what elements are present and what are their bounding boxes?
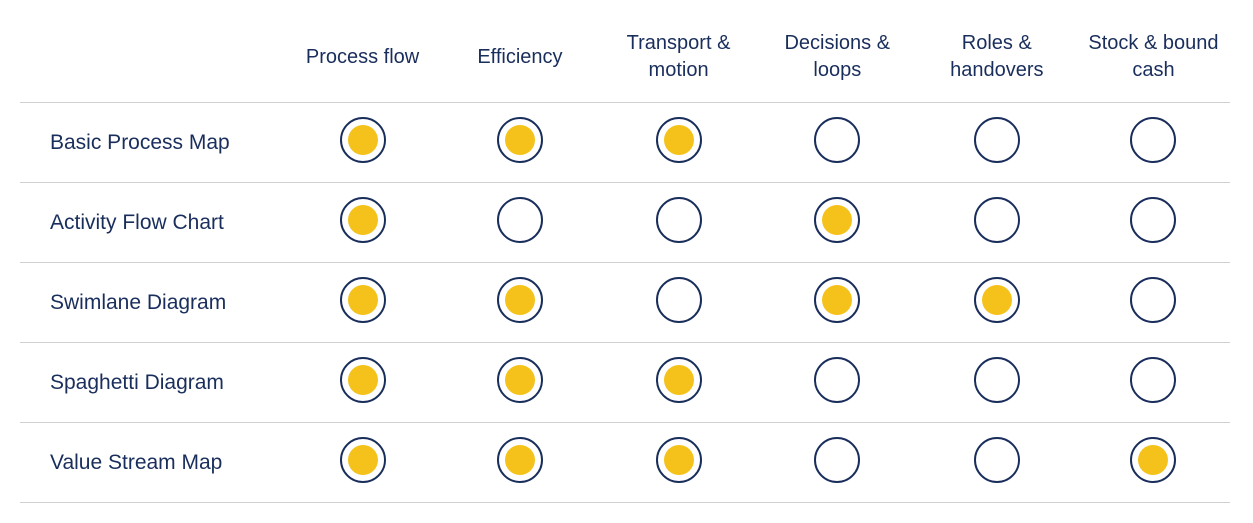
column-header: Transport & motion	[599, 20, 758, 103]
empty-circle-icon	[1130, 277, 1176, 323]
empty-circle-icon	[497, 197, 543, 243]
table-cell	[1077, 343, 1230, 423]
empty-circle-icon	[1130, 357, 1176, 403]
filled-circle-icon	[974, 277, 1020, 323]
table-cell	[1077, 263, 1230, 343]
table-cell	[441, 263, 600, 343]
table-cell	[917, 343, 1077, 423]
filled-circle-icon	[340, 437, 386, 483]
empty-circle-icon	[814, 357, 860, 403]
table-cell	[599, 423, 758, 503]
table-cell	[284, 423, 440, 503]
empty-circle-icon	[814, 437, 860, 483]
column-header: Process flow	[284, 20, 440, 103]
table-row: Value Stream Map	[20, 423, 1230, 503]
column-header: Stock & bound cash	[1077, 20, 1230, 103]
table-cell	[1077, 183, 1230, 263]
table-cell	[758, 183, 917, 263]
empty-circle-icon	[1130, 117, 1176, 163]
table-row: Basic Process Map	[20, 103, 1230, 183]
table-cell	[1077, 103, 1230, 183]
table-cell	[284, 263, 440, 343]
filled-circle-icon	[656, 437, 702, 483]
filled-circle-icon	[497, 277, 543, 323]
table-cell	[917, 183, 1077, 263]
table-cell	[284, 183, 440, 263]
table-cell	[917, 263, 1077, 343]
table-header-row: Process flow Efficiency Transport & moti…	[20, 20, 1230, 103]
filled-circle-icon	[340, 117, 386, 163]
filled-circle-icon	[340, 197, 386, 243]
empty-circle-icon	[1130, 197, 1176, 243]
table-cell	[599, 263, 758, 343]
table-cell	[441, 183, 600, 263]
table-cell	[441, 103, 600, 183]
filled-circle-icon	[340, 357, 386, 403]
table-cell	[758, 263, 917, 343]
row-label: Basic Process Map	[20, 103, 284, 183]
empty-circle-icon	[974, 197, 1020, 243]
column-header: Roles & handovers	[917, 20, 1077, 103]
table-cell	[758, 423, 917, 503]
table-row: Swimlane Diagram	[20, 263, 1230, 343]
filled-circle-icon	[1130, 437, 1176, 483]
filled-circle-icon	[497, 437, 543, 483]
filled-circle-icon	[656, 357, 702, 403]
empty-circle-icon	[974, 117, 1020, 163]
filled-circle-icon	[656, 117, 702, 163]
column-header: Efficiency	[441, 20, 600, 103]
empty-circle-icon	[974, 437, 1020, 483]
table-cell	[284, 343, 440, 423]
row-label: Spaghetti Diagram	[20, 343, 284, 423]
row-label: Swimlane Diagram	[20, 263, 284, 343]
table-cell	[599, 183, 758, 263]
table-cell	[758, 343, 917, 423]
filled-circle-icon	[340, 277, 386, 323]
table-cell	[917, 103, 1077, 183]
filled-circle-icon	[497, 117, 543, 163]
table-cell	[599, 103, 758, 183]
filled-circle-icon	[814, 277, 860, 323]
filled-circle-icon	[814, 197, 860, 243]
row-label: Value Stream Map	[20, 423, 284, 503]
table-cell	[1077, 423, 1230, 503]
row-label: Activity Flow Chart	[20, 183, 284, 263]
table-cell	[441, 343, 600, 423]
table-cell	[917, 423, 1077, 503]
comparison-table: Process flow Efficiency Transport & moti…	[20, 20, 1230, 503]
empty-circle-icon	[814, 117, 860, 163]
table-cell	[284, 103, 440, 183]
table-row: Spaghetti Diagram	[20, 343, 1230, 423]
table-cell	[758, 103, 917, 183]
filled-circle-icon	[497, 357, 543, 403]
table-cell	[599, 343, 758, 423]
empty-circle-icon	[656, 277, 702, 323]
table-row: Activity Flow Chart	[20, 183, 1230, 263]
empty-circle-icon	[974, 357, 1020, 403]
empty-circle-icon	[656, 197, 702, 243]
column-header: Decisions & loops	[758, 20, 917, 103]
table-cell	[441, 423, 600, 503]
header-spacer	[20, 20, 284, 103]
